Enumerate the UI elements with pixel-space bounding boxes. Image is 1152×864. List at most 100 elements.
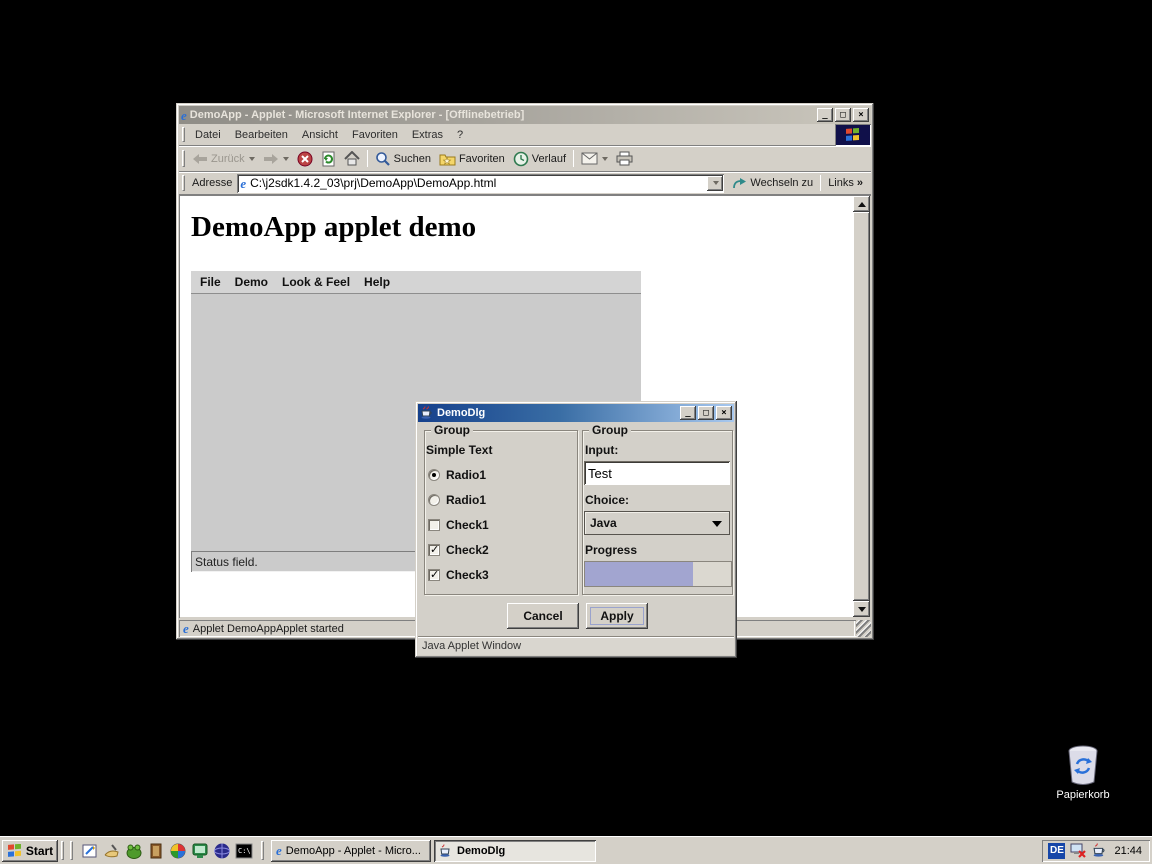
check-row[interactable]: Check2	[428, 543, 489, 557]
applet-menu-help[interactable]: Help	[357, 275, 397, 289]
toolbar-separator	[573, 150, 574, 168]
addressbar-gripper[interactable]	[182, 175, 185, 190]
scrollbar-thumb[interactable]	[853, 212, 870, 601]
menu-favoriten[interactable]: Favoriten	[345, 124, 405, 145]
print-button[interactable]	[612, 148, 637, 170]
menu-ansicht[interactable]: Ansicht	[295, 124, 345, 145]
resize-grip[interactable]	[856, 620, 871, 637]
address-dropdown-button[interactable]	[707, 176, 723, 191]
input-label: Input:	[585, 443, 618, 457]
input-field[interactable]	[584, 461, 730, 485]
refresh-button[interactable]	[317, 148, 340, 170]
mail-icon	[581, 152, 598, 165]
dialog-maximize-button[interactable]: □	[698, 406, 714, 420]
applet-menu-file[interactable]: File	[193, 275, 228, 289]
check1-icon[interactable]	[428, 519, 440, 531]
start-button[interactable]: Start	[2, 840, 58, 862]
links-chevron-icon[interactable]: »	[857, 177, 863, 189]
task-button-demodlg[interactable]: DemoDlg	[434, 840, 596, 862]
favorites-button[interactable]: Favoriten	[435, 148, 509, 170]
quicklaunch-writing-hand-icon[interactable]	[101, 840, 123, 862]
menu-extras[interactable]: Extras	[405, 124, 450, 145]
refresh-icon	[321, 151, 336, 167]
radio1-selected-icon[interactable]	[428, 469, 440, 481]
taskbar-gripper[interactable]	[70, 841, 73, 860]
offline-network-icon[interactable]	[1070, 843, 1087, 859]
java-tray-icon[interactable]	[1092, 843, 1107, 858]
scroll-down-button[interactable]	[853, 601, 870, 617]
close-button[interactable]: ×	[853, 108, 869, 122]
check-row[interactable]: Check3	[428, 568, 489, 582]
quicklaunch-green-monitor-icon[interactable]	[189, 840, 211, 862]
chevron-down-icon	[713, 181, 719, 185]
toolbar-separator	[367, 150, 368, 168]
address-input[interactable]	[250, 176, 703, 191]
applet-menu-demo[interactable]: Demo	[228, 275, 275, 289]
quicklaunch-color-wheel-icon[interactable]	[167, 840, 189, 862]
search-label: Suchen	[394, 153, 431, 165]
back-arrow-icon	[192, 153, 208, 165]
start-label: Start	[26, 844, 53, 858]
links-button[interactable]: Links »	[824, 172, 867, 194]
demodlg-titlebar[interactable]: DemoDlg _ □ ×	[418, 404, 734, 422]
quicklaunch-frog-icon[interactable]	[123, 840, 145, 862]
task-label: DemoDlg	[457, 845, 505, 857]
stop-button[interactable]	[293, 148, 317, 170]
radio-label: Radio1	[446, 468, 486, 482]
go-button[interactable]: Wechseln zu	[728, 172, 817, 194]
check2-icon[interactable]	[428, 544, 440, 556]
check-row[interactable]: Check1	[428, 518, 489, 532]
quicklaunch-command-prompt-icon[interactable]: C:\	[233, 840, 255, 862]
forward-button[interactable]	[259, 148, 293, 170]
applet-menu-lookfeel[interactable]: Look & Feel	[275, 275, 357, 289]
history-button[interactable]: Verlauf	[509, 148, 570, 170]
home-icon	[344, 151, 360, 166]
back-button[interactable]: Zurück	[188, 148, 259, 170]
menu-hilfe[interactable]: ?	[450, 124, 470, 145]
taskbar-gripper[interactable]	[61, 841, 64, 860]
menubar-gripper[interactable]	[182, 127, 185, 142]
scroll-up-button[interactable]	[853, 196, 870, 212]
check3-icon[interactable]	[428, 569, 440, 581]
browser-title: DemoApp - Applet - Microsoft Internet Ex…	[190, 109, 814, 121]
toolbar-gripper[interactable]	[182, 150, 185, 168]
home-button[interactable]	[340, 148, 364, 170]
task-button-demoapp[interactable]: e DemoApp - Applet - Micro...	[271, 840, 431, 862]
back-dropdown-icon[interactable]	[249, 157, 255, 161]
radio-row[interactable]: Radio1	[428, 493, 486, 507]
mail-button[interactable]	[577, 148, 612, 170]
address-field[interactable]: e	[237, 174, 724, 193]
search-button[interactable]: Suchen	[371, 148, 435, 170]
forward-dropdown-icon[interactable]	[283, 157, 289, 161]
menu-bearbeiten[interactable]: Bearbeiten	[228, 124, 295, 145]
demodlg-window: DemoDlg _ □ × Group Simple Text Radio1 R…	[415, 401, 737, 658]
dialog-minimize-button[interactable]: _	[680, 406, 696, 420]
browser-titlebar[interactable]: e DemoApp - Applet - Microsoft Internet …	[179, 106, 871, 124]
vertical-scrollbar[interactable]	[853, 196, 870, 617]
maximize-button[interactable]: □	[835, 108, 851, 122]
taskbar-gripper[interactable]	[261, 841, 264, 860]
browser-toolbar: Zurück	[179, 146, 871, 172]
addressbar-separator	[820, 175, 821, 190]
language-indicator[interactable]: DE	[1048, 843, 1065, 859]
search-icon	[375, 151, 391, 167]
quicklaunch-book-icon[interactable]	[145, 840, 167, 862]
quicklaunch-globe-icon[interactable]	[211, 840, 233, 862]
start-windows-flag-icon	[7, 844, 23, 858]
minimize-button[interactable]: _	[817, 108, 833, 122]
recycle-bin-icon[interactable]: Papierkorb	[1050, 744, 1116, 801]
trash-can-icon	[1063, 744, 1103, 786]
browser-menubar: Datei Bearbeiten Ansicht Favoriten Extra…	[179, 124, 871, 146]
right-group-label: Group	[589, 424, 631, 437]
quicklaunch-show-desktop-icon[interactable]	[79, 840, 101, 862]
menu-datei[interactable]: Datei	[188, 124, 228, 145]
radio-row[interactable]: Radio1	[428, 468, 486, 482]
choice-combobox[interactable]: Java	[584, 511, 730, 535]
cancel-button[interactable]: Cancel	[507, 603, 579, 629]
apply-button[interactable]: Apply	[586, 603, 648, 629]
radio2-icon[interactable]	[428, 494, 440, 506]
dialog-close-button[interactable]: ×	[716, 406, 732, 420]
mail-dropdown-icon[interactable]	[602, 157, 608, 161]
ie-status-icon: e	[183, 622, 189, 635]
favorites-label: Favoriten	[459, 153, 505, 165]
